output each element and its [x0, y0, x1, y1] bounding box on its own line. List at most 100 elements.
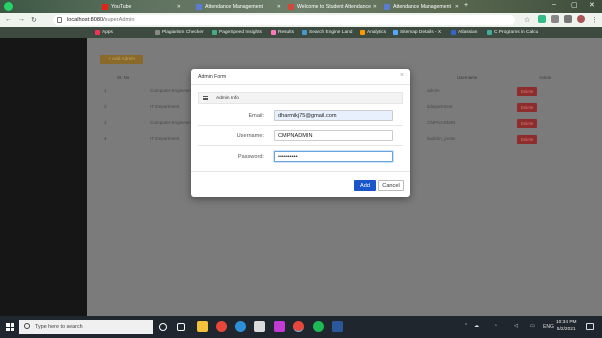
- close-tab-icon[interactable]: ✕: [455, 4, 462, 10]
- new-tab-icon[interactable]: +: [464, 2, 468, 9]
- start-pane: [6, 327, 10, 331]
- bookmark-label: Sitemap Details - X: [400, 30, 442, 35]
- cancel-button[interactable]: Cancel: [378, 180, 404, 191]
- chrome-active-icon[interactable]: [293, 321, 304, 332]
- cell-department: Computer Engineering: [150, 120, 196, 125]
- bookmark-atlassian[interactable]: Atlassian: [451, 28, 477, 37]
- clock[interactable]: 10:34 PM 5/2/2021: [556, 320, 577, 333]
- bookmark-results[interactable]: Results: [271, 28, 294, 37]
- close-icon[interactable]: ×: [400, 72, 404, 79]
- star-icon[interactable]: ☆: [524, 16, 530, 24]
- bookmark-icon: [271, 30, 276, 35]
- delete-button[interactable]: Delete: [517, 87, 537, 96]
- delete-button[interactable]: Delete: [517, 135, 537, 144]
- bookmark-apps[interactable]: Apps: [95, 28, 113, 37]
- cell-department: Computer Engineering: [150, 88, 196, 93]
- search-icon: [24, 323, 30, 329]
- tab-youtube[interactable]: YouTube ✕: [102, 1, 184, 13]
- spotify-icon[interactable]: [313, 321, 324, 332]
- bookmarks-bar: Apps Plagiarism Checker PageSpeed Insigh…: [0, 27, 602, 38]
- youtube-icon: [102, 4, 108, 10]
- bookmark-pagespeed[interactable]: PageSpeed Insights: [212, 28, 262, 37]
- list-icon: [203, 96, 208, 100]
- cloud-icon[interactable]: ☁: [474, 323, 479, 329]
- close-window-icon[interactable]: ✕: [589, 1, 595, 9]
- close-tab-icon[interactable]: ✕: [177, 4, 184, 10]
- word-icon[interactable]: [332, 321, 343, 332]
- username-field[interactable]: [274, 130, 393, 141]
- bookmark-search-engine-land[interactable]: Search Engine Land: [302, 28, 352, 37]
- language-indicator[interactable]: ENG: [543, 324, 554, 330]
- email-field[interactable]: [274, 110, 393, 121]
- cell-no: 2: [104, 104, 107, 109]
- avatar[interactable]: [577, 15, 585, 23]
- column-header-sr-no: Sr. No: [117, 75, 130, 80]
- file-explorer-icon[interactable]: [197, 321, 208, 332]
- url-input[interactable]: localhost:8080/superAdmin: [53, 15, 515, 25]
- tab-attendance-management-2[interactable]: Attendance Management ✕: [384, 1, 462, 13]
- start-pane: [6, 323, 10, 327]
- chevron-up-icon[interactable]: ⌃: [464, 323, 468, 329]
- tab-welcome-student[interactable]: Welcome to Student Attendance ✕: [288, 1, 380, 13]
- maximize-icon[interactable]: ▢: [571, 1, 578, 9]
- close-tab-icon[interactable]: ✕: [277, 4, 284, 10]
- windows-start-icon[interactable]: [6, 323, 14, 331]
- gmail-icon: [288, 4, 294, 10]
- reload-icon[interactable]: ↻: [31, 16, 37, 24]
- extension-icon[interactable]: [551, 15, 559, 23]
- sidebar: [0, 38, 87, 316]
- chrome-icon[interactable]: [216, 321, 227, 332]
- taskbar-search-input[interactable]: Type here to search: [19, 320, 153, 334]
- minimize-icon[interactable]: –: [552, 1, 556, 8]
- add-button[interactable]: Add: [354, 180, 376, 191]
- email-label: Email:: [248, 113, 264, 119]
- bookmark-c-programs[interactable]: C Programs in Calcu: [487, 28, 538, 37]
- forward-icon[interactable]: →: [18, 16, 25, 23]
- notification-icon[interactable]: [586, 323, 594, 330]
- menu-icon[interactable]: ⋮: [591, 16, 598, 24]
- search-placeholder: Type here to search: [35, 324, 83, 330]
- start-pane: [10, 327, 14, 331]
- bookmark-label: Results: [278, 30, 294, 35]
- windows-taskbar: Type here to search ⌃ ☁ ◔ ◁ ▭ ENG 10:34 …: [0, 316, 602, 338]
- bookmark-plagiarism[interactable]: Plagiarism Checker: [155, 28, 204, 37]
- address-bar-row: ← → ↻ localhost:8080/superAdmin ☆ ⋮: [0, 13, 602, 27]
- url-path: superAdmin: [104, 17, 135, 23]
- tab-label: Welcome to Student Attendance: [297, 4, 372, 10]
- keyboard-icon[interactable]: ▭: [530, 323, 535, 329]
- extension-icon[interactable]: [538, 15, 546, 23]
- modal-footer: Add Cancel: [191, 171, 410, 197]
- bookmark-analytics[interactable]: Analytics: [360, 28, 386, 37]
- modal-header: Admin Form ×: [191, 69, 410, 85]
- store-icon[interactable]: [254, 321, 265, 332]
- page-icon: [196, 4, 202, 10]
- apps-icon: [95, 30, 100, 35]
- cortana-icon[interactable]: [159, 323, 167, 331]
- app-icon[interactable]: [274, 321, 285, 332]
- bookmark-sitemap[interactable]: Sitemap Details - X: [393, 28, 441, 37]
- browser-tab-strip: YouTube ✕ Attendance Management ✕ Welcom…: [0, 0, 602, 13]
- puzzle-icon[interactable]: [564, 15, 572, 23]
- delete-button[interactable]: Delete: [517, 103, 537, 112]
- bookmark-icon: [451, 30, 456, 35]
- back-icon[interactable]: ←: [5, 16, 12, 23]
- column-header-action: Action: [539, 75, 552, 80]
- password-field[interactable]: [274, 151, 393, 162]
- username-row: Username:: [198, 126, 403, 146]
- network-icon[interactable]: ◔: [494, 323, 497, 329]
- close-tab-icon[interactable]: ✕: [373, 4, 380, 10]
- tab-attendance-management[interactable]: Attendance Management ✕: [196, 1, 284, 13]
- card-title: Admin Info: [216, 96, 239, 101]
- password-row: Password:: [198, 147, 403, 167]
- cell-username: admin: [427, 88, 440, 93]
- task-view-icon[interactable]: [177, 323, 185, 331]
- cell-username: itadmin_posts: [427, 136, 456, 141]
- modal-title: Admin Form: [198, 74, 227, 80]
- page-icon: [384, 4, 390, 10]
- whatsapp-icon[interactable]: [4, 2, 13, 11]
- add-admin-button[interactable]: + Add Admin: [100, 55, 143, 64]
- delete-button[interactable]: Delete: [517, 119, 537, 128]
- admin-form-modal: Admin Form × Admin Info Email: Username:…: [191, 69, 410, 197]
- volume-icon[interactable]: ◁: [514, 323, 518, 329]
- edge-icon[interactable]: [235, 321, 246, 332]
